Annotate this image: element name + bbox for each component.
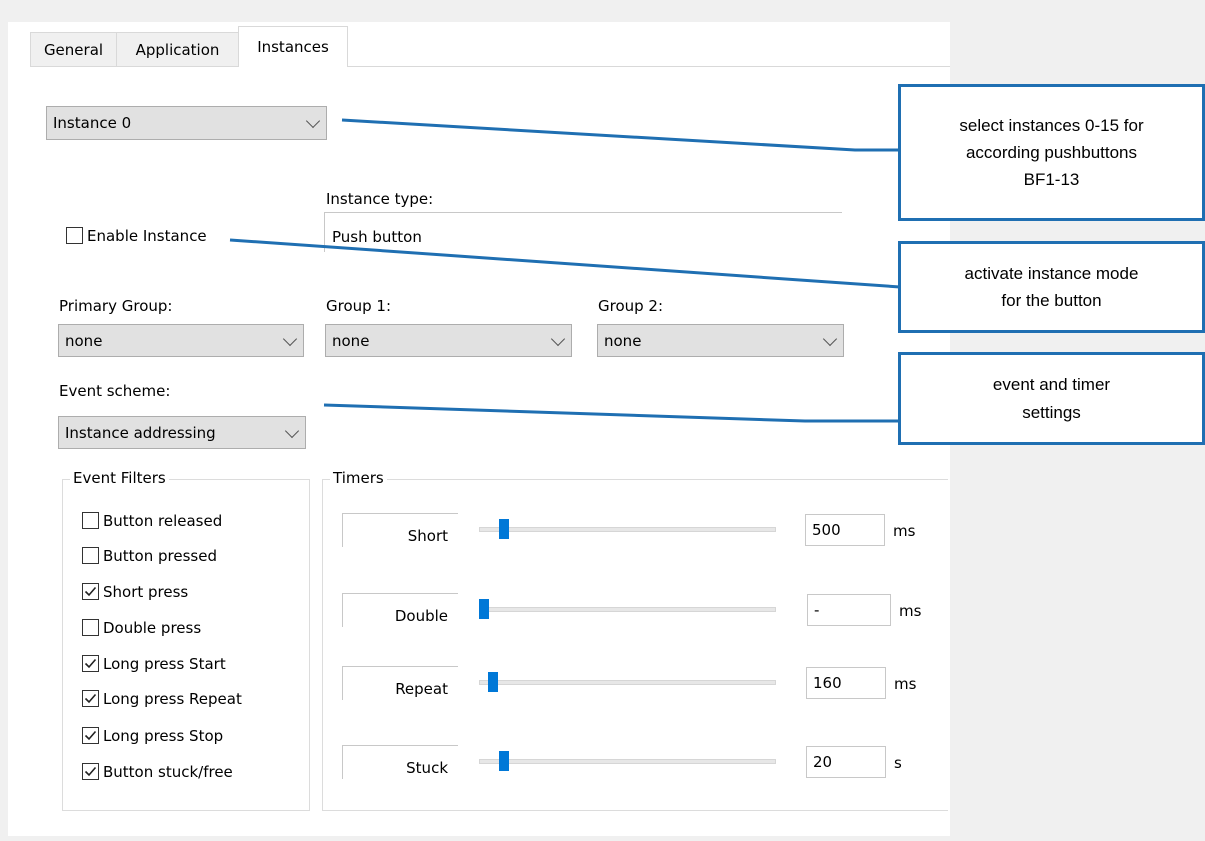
callout-line: according pushbuttons: [965, 142, 1138, 162]
connector-line-instance: [341, 118, 900, 152]
tab-label: Instances: [257, 38, 329, 56]
callout-line: select instances 0-15 for: [959, 115, 1144, 135]
callout-line: for the button: [1001, 291, 1102, 310]
connector-line-enable: [229, 238, 901, 289]
callout-instance-select: select instances 0-15 for according push…: [898, 84, 1205, 221]
tab-instances[interactable]: Instances: [238, 26, 348, 67]
callout-enable-instance: activate instance mode for the button: [898, 241, 1205, 333]
callout-line: activate instance mode: [964, 263, 1139, 283]
callout-line: BF1-13: [1023, 170, 1080, 190]
callout-line: event and timer: [992, 375, 1111, 395]
connector-line-event: [323, 403, 900, 423]
callout-event-timer: event and timer settings: [898, 352, 1205, 445]
callout-line: settings: [1022, 402, 1081, 422]
